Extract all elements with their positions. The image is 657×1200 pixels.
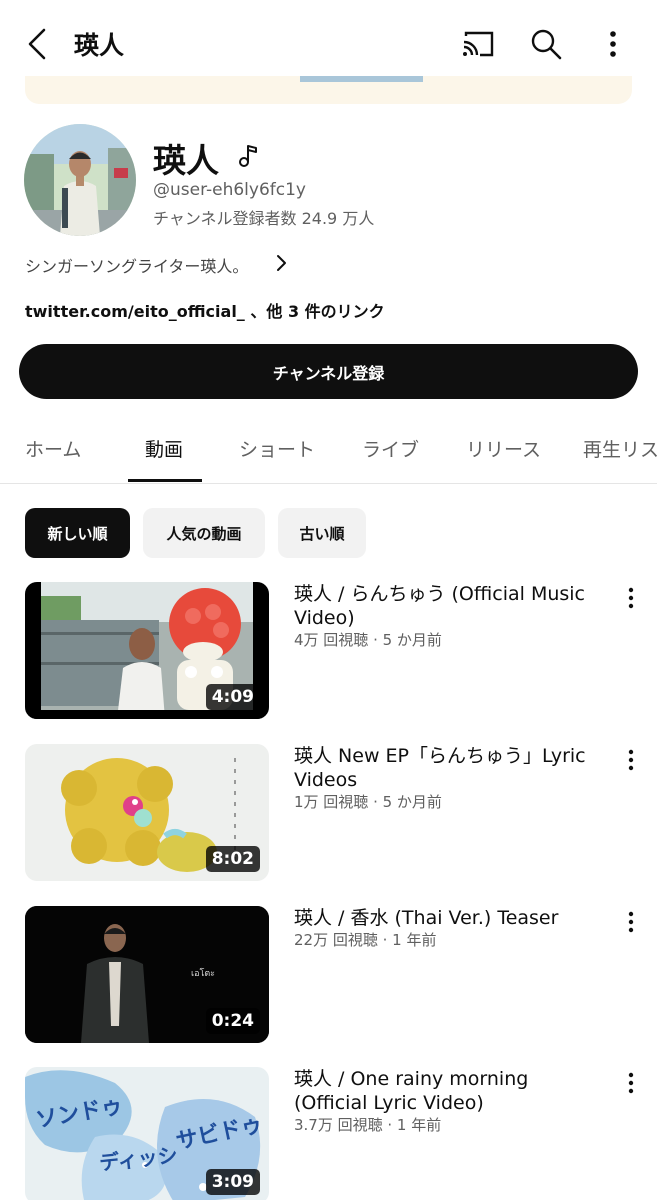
video-meta: 4万 回視聴 · 5 か月前 xyxy=(294,631,442,649)
video-meta: 3.7万 回視聴 · 1 年前 xyxy=(294,1116,442,1134)
video-duration: 3:09 xyxy=(205,1169,260,1195)
video-item[interactable]: เอโตะ 0:24 瑛人 / 香水 (Thai Ver.) Teaser 22… xyxy=(0,906,657,1046)
page-title: 瑛人 xyxy=(74,31,125,60)
video-title[interactable]: 瑛人 New EP「らんちゅう」Lyric Videos xyxy=(294,744,604,792)
video-thumbnail[interactable]: ソンドゥ ディッシ サビドゥ 3:09 xyxy=(25,1067,269,1200)
video-item[interactable]: 4:09 瑛人 / らんちゅう (Official Music Video) 4… xyxy=(0,582,657,722)
search-icon[interactable] xyxy=(526,24,566,64)
active-tab-indicator xyxy=(128,479,202,482)
channel-handle: @user-eh6ly6fc1y xyxy=(153,180,306,200)
video-meta: 1万 回視聴 · 5 か月前 xyxy=(294,793,442,811)
music-note-icon xyxy=(239,145,257,167)
chevron-right-icon[interactable] xyxy=(270,252,292,274)
video-thumbnail[interactable]: เอโตะ 0:24 xyxy=(25,906,269,1043)
channel-links[interactable]: twitter.com/eito_official_ 、他 3 件のリンク xyxy=(25,298,385,322)
subscribe-button[interactable]: チャンネル登録 xyxy=(19,344,638,399)
video-duration: 0:24 xyxy=(205,1008,260,1034)
cast-icon[interactable] xyxy=(458,24,498,64)
tab-live[interactable]: ライブ xyxy=(362,435,419,462)
video-title[interactable]: 瑛人 / 香水 (Thai Ver.) Teaser xyxy=(294,906,604,930)
chip-newest[interactable]: 新しい順 xyxy=(25,508,130,558)
tab-videos[interactable]: 動画 xyxy=(145,435,183,462)
more-vert-icon[interactable] xyxy=(618,908,644,936)
video-title[interactable]: 瑛人 / らんちゅう (Official Music Video) xyxy=(294,582,604,630)
more-vert-icon[interactable] xyxy=(618,1069,644,1097)
video-duration: 4:09 xyxy=(205,684,260,710)
video-meta: 22万 回視聴 · 1 年前 xyxy=(294,931,437,949)
tab-releases[interactable]: リリース xyxy=(466,435,541,462)
chip-popular[interactable]: 人気の動画 xyxy=(143,508,265,558)
subscriber-count: チャンネル登録者数 24.9 万人 xyxy=(153,209,375,228)
top-app-bar: 瑛人 xyxy=(0,0,657,88)
channel-description[interactable]: シンガーソングライター瑛人。 xyxy=(25,253,248,277)
tab-divider xyxy=(0,483,657,484)
video-thumbnail[interactable]: 4:09 xyxy=(25,582,269,719)
banner-image-edge xyxy=(300,76,423,82)
more-vert-icon[interactable] xyxy=(618,746,644,774)
video-item[interactable]: ソンドゥ ディッシ サビドゥ 3:09 瑛人 / One rainy morni… xyxy=(0,1067,657,1200)
tab-shorts[interactable]: ショート xyxy=(239,435,315,462)
chip-oldest[interactable]: 古い順 xyxy=(278,508,366,558)
thumbnail-caption: เอโตะ xyxy=(191,969,215,979)
more-vert-icon[interactable] xyxy=(618,584,644,612)
video-title[interactable]: 瑛人 / One rainy morning (Official Lyric V… xyxy=(294,1067,604,1115)
avatar[interactable] xyxy=(24,124,136,236)
back-arrow-icon[interactable] xyxy=(20,24,56,64)
video-duration: 8:02 xyxy=(205,846,260,872)
channel-name: 瑛人 xyxy=(153,141,219,180)
video-thumbnail[interactable]: 8:02 xyxy=(25,744,269,881)
more-vert-icon[interactable] xyxy=(593,24,633,64)
tab-playlists[interactable]: 再生リス xyxy=(583,435,657,462)
tab-home[interactable]: ホーム xyxy=(25,435,81,462)
video-item[interactable]: 8:02 瑛人 New EP「らんちゅう」Lyric Videos 1万 回視聴… xyxy=(0,744,657,884)
